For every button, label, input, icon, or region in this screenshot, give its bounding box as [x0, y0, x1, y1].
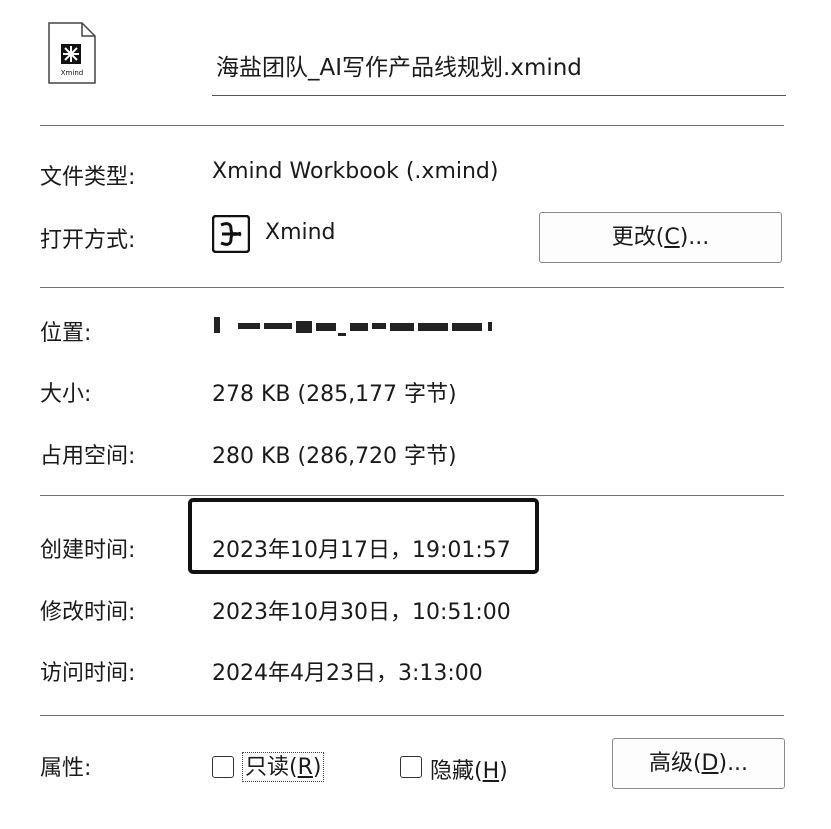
- file-name-field[interactable]: 海盐团队_AI写作产品线规划.xmind: [216, 48, 582, 82]
- divider: [40, 287, 784, 288]
- created-label: 创建时间:: [40, 538, 136, 563]
- file-type-value: Xmind Workbook (.xmind): [212, 159, 499, 184]
- modified-label: 修改时间:: [40, 600, 136, 625]
- hidden-label[interactable]: 隐藏(H): [430, 753, 508, 785]
- divider: [40, 715, 784, 716]
- xmind-file-icon: Xmind: [48, 22, 96, 84]
- readonly-label[interactable]: 只读(R): [242, 752, 325, 782]
- change-button[interactable]: 更改(C)...: [539, 212, 782, 263]
- accessed-label: 访问时间:: [40, 661, 136, 686]
- modified-value: 2023年10月30日，10:51:00: [212, 600, 511, 625]
- readonly-checkbox[interactable]: [212, 756, 234, 778]
- divider: [40, 495, 784, 496]
- location-value-redacted: [212, 313, 497, 339]
- opens-with-app-name: Xmind: [265, 220, 336, 245]
- created-highlight-box: [188, 498, 539, 574]
- accessed-value: 2024年4月23日，3:13:00: [212, 661, 483, 686]
- location-label: 位置:: [40, 321, 92, 346]
- advanced-button[interactable]: 高级(D)...: [612, 738, 785, 789]
- file-name-underline: [212, 95, 786, 96]
- xmind-app-icon: [211, 214, 251, 254]
- size-label: 大小:: [40, 382, 92, 407]
- divider: [40, 125, 784, 126]
- size-on-disk-label: 占用空间:: [40, 444, 136, 469]
- hidden-checkbox[interactable]: [400, 756, 422, 778]
- svg-text:Xmind: Xmind: [61, 69, 83, 77]
- size-value: 278 KB (285,177 字节): [212, 382, 457, 407]
- opens-with-label: 打开方式:: [40, 228, 136, 253]
- size-on-disk-value: 280 KB (286,720 字节): [212, 444, 457, 469]
- file-type-label: 文件类型:: [40, 165, 136, 190]
- attributes-label: 属性:: [40, 756, 92, 781]
